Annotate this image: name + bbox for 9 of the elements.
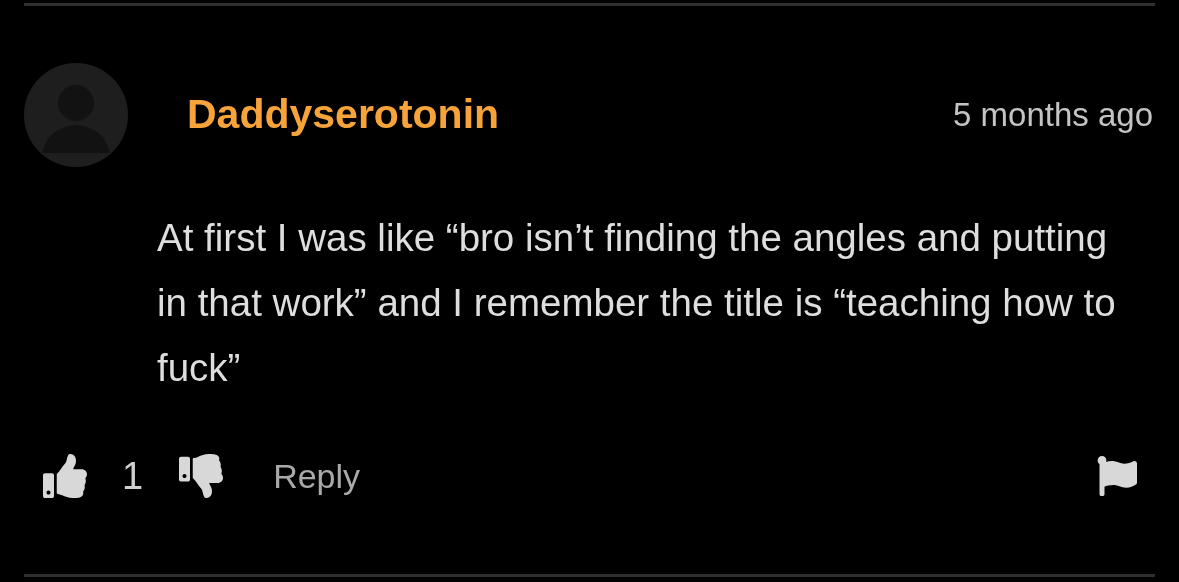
flag-icon[interactable]: [1097, 456, 1137, 496]
thumbs-down-icon[interactable]: [177, 454, 226, 498]
comment-text: At first I was like “bro isn’t finding the angles and putting in that work” and I remember the title is “teaching how to fuck”: [157, 215, 1117, 391]
author-name[interactable]: Daddyserotonin: [187, 94, 500, 135]
reply-button[interactable]: Reply: [273, 459, 361, 493]
like-count: 1: [122, 457, 144, 495]
avatar-icon: [24, 63, 128, 167]
comment-time: 5 months ago: [953, 98, 1153, 131]
thumbs-up-icon[interactable]: [42, 454, 88, 498]
